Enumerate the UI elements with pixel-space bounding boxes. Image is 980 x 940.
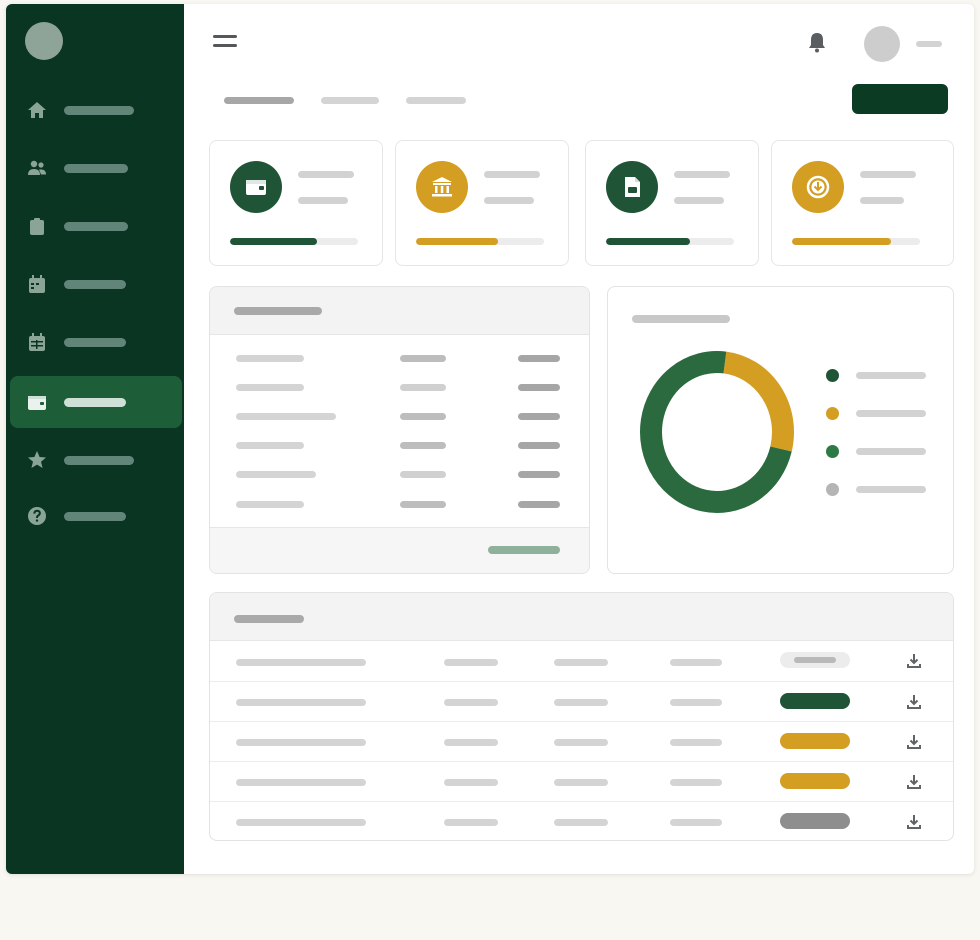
calendar-grid-icon [26, 331, 48, 353]
download-icon[interactable] [906, 813, 922, 831]
sidebar-item-favorites[interactable] [6, 434, 184, 486]
card-line [860, 171, 916, 178]
sidebar-item-schedule[interactable] [6, 316, 184, 368]
tab-secondary[interactable] [321, 97, 379, 104]
sidebar-item-label [64, 337, 126, 347]
clipboard-icon [26, 215, 48, 237]
user-menu-chevron[interactable] [916, 41, 942, 47]
legend-dot [826, 445, 839, 458]
table-row[interactable] [210, 721, 953, 761]
user-avatar[interactable] [864, 26, 900, 62]
chart-panel [607, 286, 954, 574]
progress-track [606, 238, 734, 245]
status-badge [780, 733, 850, 749]
table-row[interactable] [210, 641, 953, 681]
legend-label [856, 372, 926, 379]
legend-dot [826, 407, 839, 420]
progress-track [416, 238, 544, 245]
card-line [674, 197, 724, 204]
sidebar-item-label [64, 105, 134, 115]
sidebar-item-home[interactable] [6, 84, 184, 136]
app-window [6, 4, 974, 874]
panel-title [234, 307, 322, 315]
status-badge [780, 652, 850, 668]
stat-card-bank[interactable] [395, 140, 569, 266]
download-circle-icon [792, 161, 844, 213]
summary-panel [209, 286, 590, 574]
sidebar [6, 4, 184, 874]
wallet-icon [26, 391, 48, 413]
sidebar-item-label [64, 221, 128, 231]
progress-track [230, 238, 358, 245]
sidebar-item-label [64, 163, 128, 173]
menu-icon[interactable] [213, 33, 239, 53]
table-header [210, 593, 953, 641]
panel-header [210, 287, 589, 335]
table-row[interactable] [210, 801, 953, 840]
panel-title [632, 315, 730, 323]
stat-card-wallet[interactable] [209, 140, 383, 266]
progress-track [792, 238, 920, 245]
view-all-link[interactable] [488, 546, 560, 554]
progress-fill [606, 238, 691, 245]
legend-dot [826, 369, 839, 382]
status-badge [780, 813, 850, 829]
panel-footer [210, 527, 589, 573]
sidebar-item-calendar[interactable] [6, 258, 184, 310]
download-icon[interactable] [906, 693, 922, 711]
bank-icon [416, 161, 468, 213]
legend-label [856, 410, 926, 417]
sidebar-item-wallet[interactable] [10, 376, 182, 428]
download-icon[interactable] [906, 773, 922, 791]
transactions-table [209, 592, 954, 841]
sidebar-item-label [64, 279, 126, 289]
legend-label [856, 448, 926, 455]
progress-fill [230, 238, 318, 245]
help-icon [26, 505, 48, 527]
sidebar-item-label [64, 397, 126, 407]
calendar-icon [26, 273, 48, 295]
table-row[interactable] [210, 681, 953, 721]
download-icon[interactable] [906, 652, 922, 670]
sidebar-avatar[interactable] [25, 22, 63, 60]
progress-fill [792, 238, 891, 245]
card-line [674, 171, 730, 178]
table-row[interactable] [210, 761, 953, 801]
legend-label [856, 486, 926, 493]
table-title [234, 615, 304, 623]
donut-segment-0 [723, 351, 794, 452]
sidebar-item-label [64, 455, 134, 465]
sidebar-item-tasks[interactable] [6, 200, 184, 252]
stat-card-documents[interactable] [585, 140, 759, 266]
wallet-icon [230, 161, 282, 213]
card-line [484, 171, 540, 178]
status-badge [780, 693, 850, 709]
download-icon[interactable] [906, 733, 922, 751]
stat-card-downloads[interactable] [771, 140, 954, 266]
progress-fill [416, 238, 498, 245]
primary-action-button[interactable] [852, 84, 948, 114]
card-line [298, 197, 348, 204]
card-line [484, 197, 534, 204]
card-line [298, 171, 354, 178]
sidebar-item-label [64, 511, 126, 521]
tab-overview[interactable] [224, 97, 294, 104]
sidebar-item-users[interactable] [6, 142, 184, 194]
star-icon [26, 449, 48, 471]
users-icon [26, 157, 48, 179]
legend-dot [826, 483, 839, 496]
donut-chart [640, 351, 794, 513]
card-line [860, 197, 904, 204]
home-icon [26, 99, 48, 121]
tab-tertiary[interactable] [406, 97, 466, 104]
sidebar-item-help[interactable] [6, 490, 184, 542]
status-badge [780, 773, 850, 789]
bell-icon[interactable] [806, 30, 828, 54]
document-icon [606, 161, 658, 213]
